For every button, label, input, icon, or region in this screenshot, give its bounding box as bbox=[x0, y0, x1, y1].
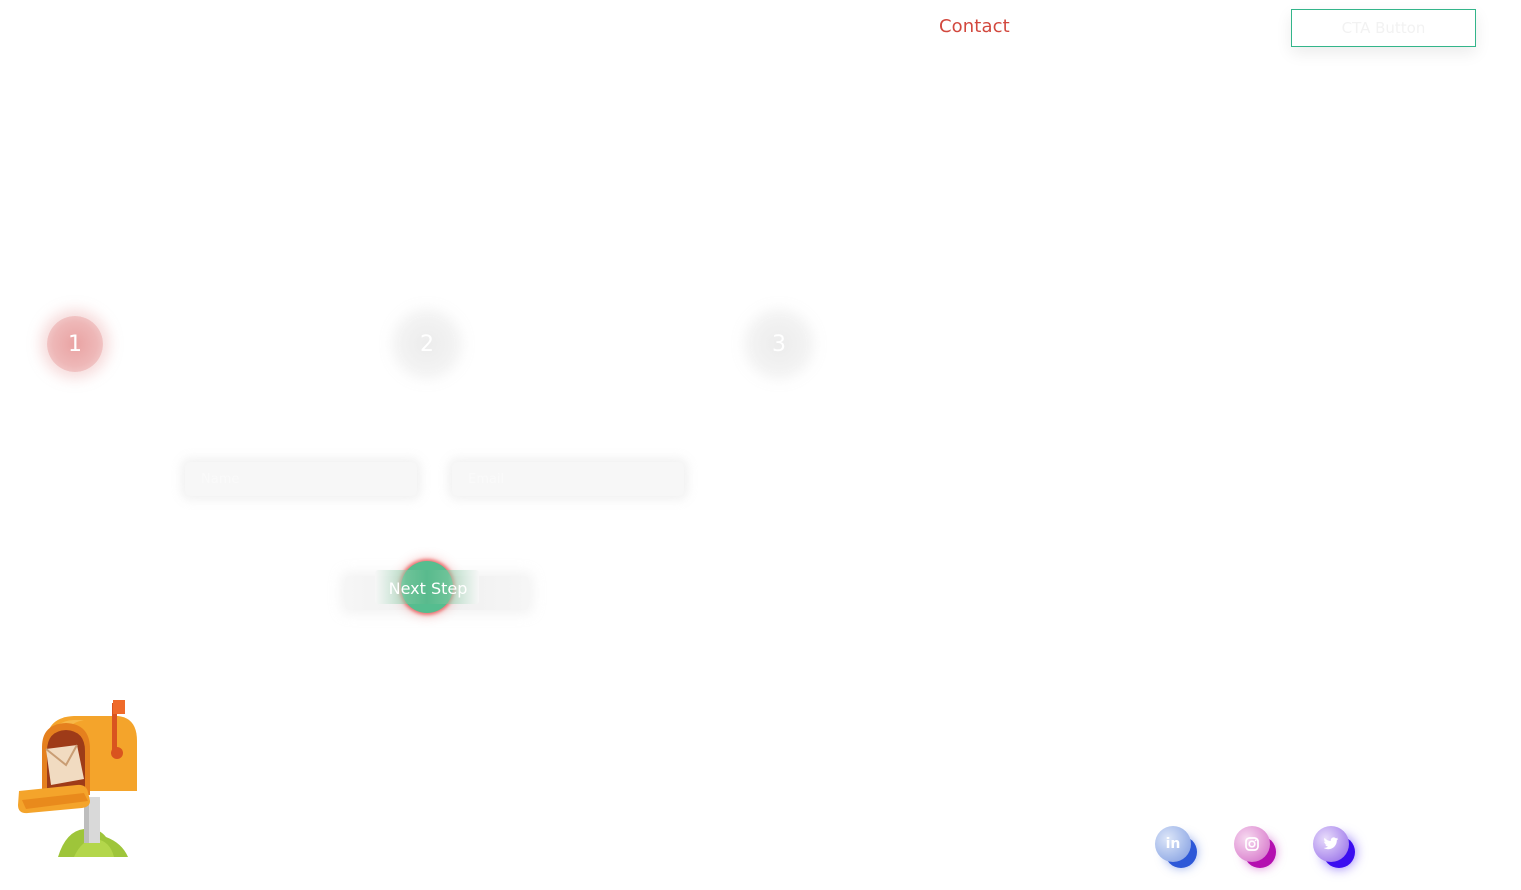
step-indicator-2[interactable]: 2 bbox=[399, 316, 455, 372]
linkedin-icon: in bbox=[1155, 826, 1191, 862]
cta-button[interactable]: CTA Button bbox=[1291, 9, 1476, 47]
linkedin-button[interactable]: in bbox=[1155, 826, 1201, 872]
email-input[interactable] bbox=[452, 462, 684, 496]
cta-button-label: CTA Button bbox=[1341, 19, 1426, 37]
linkedin-glyph: in bbox=[1165, 836, 1181, 852]
name-input[interactable] bbox=[185, 462, 417, 496]
mailbox-illustration bbox=[18, 700, 137, 857]
step-indicator-1[interactable]: 1 bbox=[47, 316, 103, 372]
page: Contact CTA Button 1 2 3 Next Step bbox=[0, 0, 1521, 890]
next-step-label: Next Step bbox=[388, 578, 468, 598]
step-number: 3 bbox=[772, 331, 786, 357]
step-indicator-3[interactable]: 3 bbox=[751, 316, 807, 372]
step-number: 2 bbox=[420, 331, 434, 357]
step-number: 1 bbox=[68, 331, 82, 357]
twitter-icon bbox=[1313, 826, 1349, 862]
twitter-button[interactable] bbox=[1313, 826, 1359, 872]
instagram-button[interactable] bbox=[1234, 826, 1280, 872]
nav-contact-link[interactable]: Contact bbox=[939, 16, 1010, 37]
instagram-icon bbox=[1234, 826, 1270, 862]
